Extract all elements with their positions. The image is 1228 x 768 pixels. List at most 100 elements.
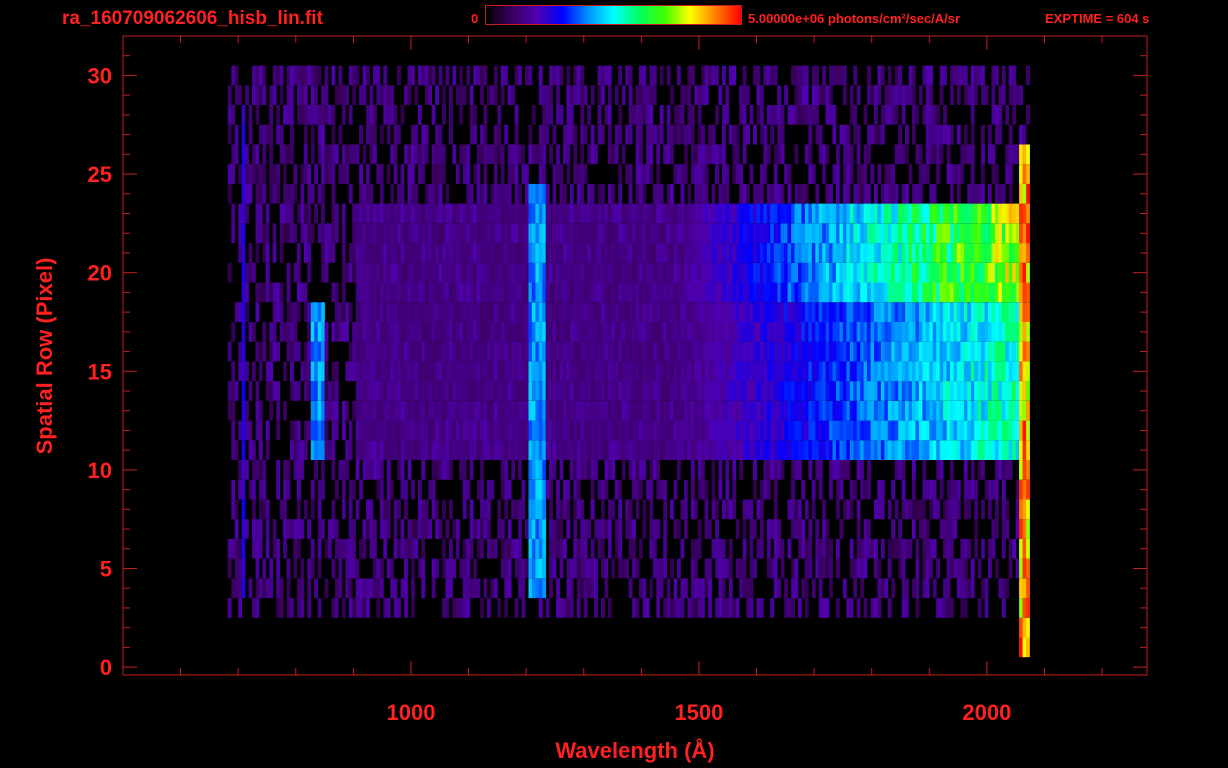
heatmap-cell (829, 558, 833, 579)
heatmap-cell (832, 381, 837, 401)
heatmap-cell (480, 420, 484, 441)
heatmap-cell (556, 105, 560, 125)
heatmap-cell (583, 203, 588, 224)
heatmap-cell (649, 302, 654, 322)
heatmap-cell (528, 499, 533, 520)
heatmap-cell (773, 183, 778, 204)
heatmap-cell (279, 302, 284, 322)
heatmap-cell (811, 578, 816, 599)
heatmap-cell (431, 440, 436, 460)
heatmap-cell (991, 243, 996, 263)
heatmap-cell (545, 440, 550, 460)
heatmap-cell (925, 144, 930, 165)
heatmap-cell (804, 578, 809, 599)
heatmap-cell (542, 519, 547, 539)
heatmap-cell (753, 322, 757, 342)
heatmap-cell (894, 440, 899, 460)
heatmap-cell (576, 85, 581, 105)
heatmap-cell (832, 243, 837, 263)
heatmap-cell (1022, 144, 1027, 165)
heatmap-cell (680, 400, 685, 421)
heatmap-cell (874, 85, 878, 105)
heatmap-cell (490, 183, 495, 204)
heatmap-cell (936, 460, 940, 480)
heatmap-cell (687, 381, 692, 401)
heatmap-cell (390, 322, 394, 342)
heatmap-cell (801, 243, 806, 263)
heatmap-cell (753, 361, 757, 382)
heatmap-cell (362, 85, 367, 105)
heatmap-cell (773, 361, 778, 382)
heatmap-cell (673, 124, 678, 145)
heatmap-cell (635, 361, 640, 382)
heatmap-cell (241, 243, 246, 263)
heatmap-cell (476, 262, 481, 283)
heatmap-cell (511, 440, 515, 460)
heatmap-cell (462, 381, 467, 401)
heatmap-cell (407, 420, 412, 441)
heatmap-cell (829, 262, 833, 283)
heatmap-cell (487, 85, 491, 105)
heatmap-cell (815, 223, 820, 244)
heatmap-cell (763, 400, 768, 421)
heatmap-cell (535, 144, 540, 165)
heatmap-cell (248, 420, 253, 441)
heatmap-cell (449, 420, 453, 441)
heatmap-cell (538, 578, 543, 599)
heatmap-cell (476, 203, 481, 224)
heatmap-cell (334, 400, 339, 421)
heatmap-cell (884, 282, 889, 303)
heatmap-cell (981, 223, 985, 244)
heatmap-cell (687, 302, 692, 322)
heatmap-cell (366, 322, 370, 342)
heatmap-cell (974, 85, 978, 105)
heatmap-cell (442, 558, 446, 579)
heatmap-cell (373, 400, 377, 421)
heatmap-cell (787, 322, 792, 342)
heatmap-cell (300, 578, 305, 599)
heatmap-cell (576, 282, 581, 303)
heatmap-cell (960, 558, 965, 579)
heatmap-cell (901, 499, 906, 520)
heatmap-cell (445, 400, 450, 421)
y-tick-label: 30 (88, 63, 112, 88)
heatmap-cell (348, 262, 353, 283)
heatmap-cell (739, 85, 743, 105)
heatmap-cell (670, 440, 674, 460)
heatmap-cell (359, 124, 363, 145)
heatmap-cell (632, 302, 636, 322)
heatmap-cell (462, 420, 467, 441)
heatmap-cell (373, 65, 377, 86)
heatmap-cell (1001, 538, 1006, 559)
heatmap-cell (487, 223, 491, 244)
heatmap-cell (929, 400, 934, 421)
heatmap-cell (977, 400, 982, 421)
heatmap-cell (231, 420, 236, 441)
heatmap-cell (849, 381, 854, 401)
heatmap-cell (296, 105, 301, 125)
heatmap-cell (345, 558, 350, 579)
heatmap-cell (507, 440, 512, 460)
heatmap-cell (870, 124, 875, 145)
heatmap-cell (715, 341, 719, 362)
heatmap-cell (773, 479, 778, 500)
heatmap-cell (908, 65, 913, 86)
heatmap-cell (822, 420, 826, 441)
heatmap-cell (369, 499, 374, 520)
heatmap-cell (466, 183, 471, 204)
heatmap-cell (258, 341, 263, 362)
heatmap-cell (694, 341, 699, 362)
heatmap-cell (836, 203, 840, 224)
heatmap-cell (877, 341, 882, 362)
heatmap-cell (950, 124, 954, 145)
heatmap-cell (694, 164, 699, 184)
heatmap-cell (932, 440, 937, 460)
heatmap-cell (694, 499, 699, 520)
heatmap-cell (379, 322, 384, 342)
heatmap-cell (628, 85, 633, 105)
heatmap-cell (317, 381, 322, 401)
heatmap-cell (366, 499, 370, 520)
heatmap-cell (932, 361, 937, 382)
heatmap-cell (601, 322, 605, 342)
heatmap-cell (566, 578, 571, 599)
